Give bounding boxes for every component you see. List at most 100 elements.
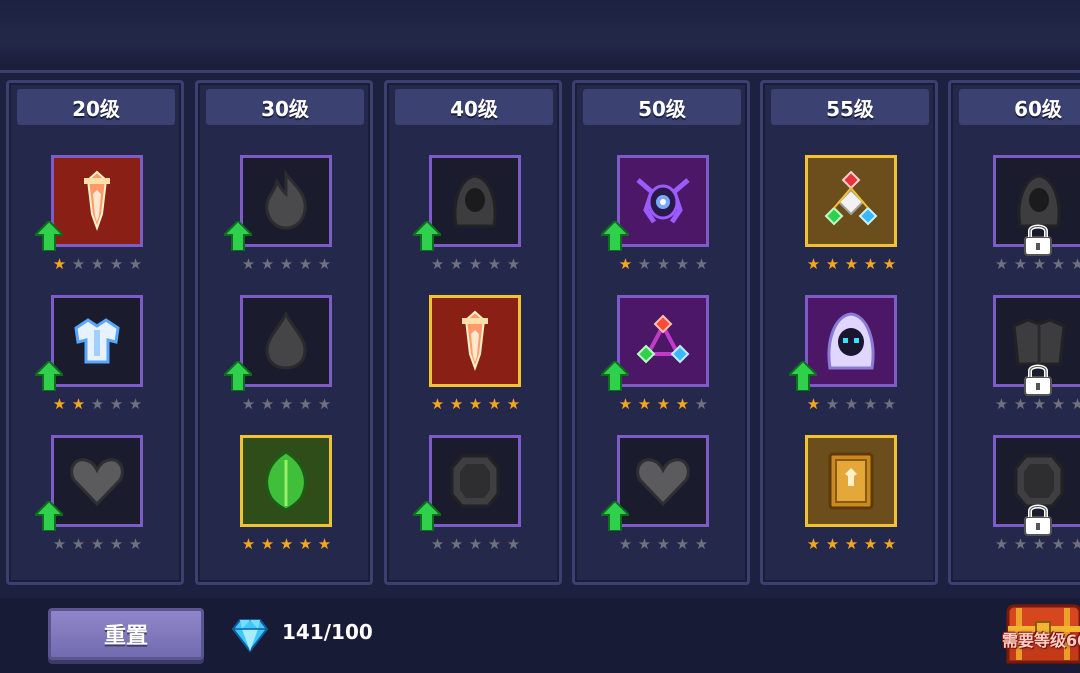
star-icon: ★ xyxy=(52,535,67,553)
talent-slot[interactable] xyxy=(805,155,897,247)
star-icon: ★ xyxy=(241,255,256,273)
talent-slot[interactable] xyxy=(51,155,143,247)
talent-slot[interactable] xyxy=(617,435,709,527)
talent-slot[interactable] xyxy=(429,295,521,387)
star-icon: ★ xyxy=(618,255,633,273)
star-icon: ★ xyxy=(109,535,124,553)
level-header: 20级 xyxy=(17,89,175,125)
star-icon: ★ xyxy=(298,255,313,273)
star-icon: ★ xyxy=(260,395,275,413)
star-icon: ★ xyxy=(71,255,86,273)
level-header: 60级 xyxy=(959,89,1080,125)
star-rating: ★ ★ ★ ★ ★ xyxy=(51,257,147,273)
star-icon: ★ xyxy=(449,395,464,413)
hood-icon xyxy=(453,174,497,228)
star-icon: ★ xyxy=(863,255,878,273)
talent-slot[interactable] xyxy=(240,295,332,387)
star-icon: ★ xyxy=(1032,535,1047,553)
upgrade-arrow-icon xyxy=(224,361,252,391)
upgrade-arrow-icon xyxy=(35,501,63,531)
star-icon: ★ xyxy=(694,255,709,273)
star-icon: ★ xyxy=(882,255,897,273)
talent-column: 60级 ★ ★ ★ ★ ★ ★ ★ ★ ★ ★ ★ ★ ★ ★ ★ xyxy=(948,80,1080,585)
star-icon: ★ xyxy=(109,255,124,273)
talent-column: 20级 ★ ★ ★ ★ ★ ★ ★ ★ ★ ★ ★ ★ ★ ★ ★ xyxy=(6,80,184,585)
tri-gem-icon xyxy=(636,314,690,364)
star-icon: ★ xyxy=(260,535,275,553)
talent-column: 40级 ★ ★ ★ ★ ★ ★ ★ ★ ★ ★ ★ ★ ★ ★ ★ xyxy=(384,80,562,585)
talent-column: 30级 ★ ★ ★ ★ ★ ★ ★ ★ ★ ★ ★ ★ ★ ★ ★ xyxy=(195,80,373,585)
top-background xyxy=(0,0,1080,70)
star-icon: ★ xyxy=(241,535,256,553)
star-icon: ★ xyxy=(863,535,878,553)
star-icon: ★ xyxy=(1070,255,1080,273)
talent-slot[interactable] xyxy=(617,295,709,387)
star-icon: ★ xyxy=(1070,535,1080,553)
star-rating: ★ ★ ★ ★ ★ xyxy=(617,397,713,413)
star-rating: ★ ★ ★ ★ ★ xyxy=(240,537,336,553)
star-icon: ★ xyxy=(449,535,464,553)
star-icon: ★ xyxy=(863,395,878,413)
star-icon: ★ xyxy=(71,395,86,413)
upgrade-arrow-icon xyxy=(224,221,252,251)
upgrade-arrow-icon xyxy=(601,221,629,251)
star-icon: ★ xyxy=(1032,255,1047,273)
star-icon: ★ xyxy=(317,535,332,553)
star-icon: ★ xyxy=(506,395,521,413)
talent-slot[interactable] xyxy=(51,295,143,387)
talent-slot[interactable] xyxy=(429,435,521,527)
star-icon: ★ xyxy=(637,535,652,553)
shield-icon xyxy=(450,454,500,508)
level-header: 55级 xyxy=(771,89,929,125)
talent-slot[interactable] xyxy=(805,435,897,527)
armor-icon xyxy=(74,318,120,364)
star-icon: ★ xyxy=(279,395,294,413)
heart-icon xyxy=(70,458,124,507)
talent-slot[interactable] xyxy=(429,155,521,247)
talent-column: 55级 ★ ★ ★ ★ ★ ★ ★ ★ ★ ★ ★ ★ ★ ★ ★ xyxy=(760,80,938,585)
star-icon: ★ xyxy=(468,255,483,273)
star-icon: ★ xyxy=(1013,535,1028,553)
star-icon: ★ xyxy=(806,395,821,413)
star-icon: ★ xyxy=(806,255,821,273)
star-icon: ★ xyxy=(430,395,445,413)
level-header: 50级 xyxy=(583,89,741,125)
star-icon: ★ xyxy=(109,395,124,413)
star-icon: ★ xyxy=(487,395,502,413)
star-icon: ★ xyxy=(656,535,671,553)
star-rating: ★ ★ ★ ★ ★ xyxy=(993,397,1080,413)
reset-button[interactable]: 重置 xyxy=(48,608,204,660)
heart-icon xyxy=(636,458,690,507)
star-icon: ★ xyxy=(506,535,521,553)
star-icon: ★ xyxy=(128,535,143,553)
star-rating: ★ ★ ★ ★ ★ xyxy=(617,257,713,273)
star-icon: ★ xyxy=(71,535,86,553)
star-icon: ★ xyxy=(1051,255,1066,273)
star-icon: ★ xyxy=(994,395,1009,413)
talent-slot[interactable] xyxy=(240,435,332,527)
talent-slot[interactable] xyxy=(240,155,332,247)
star-icon: ★ xyxy=(279,535,294,553)
star-icon: ★ xyxy=(1070,395,1080,413)
star-icon: ★ xyxy=(241,395,256,413)
talent-slot[interactable] xyxy=(617,155,709,247)
star-icon: ★ xyxy=(618,535,633,553)
star-rating: ★ ★ ★ ★ ★ xyxy=(993,537,1080,553)
upgrade-arrow-icon xyxy=(601,361,629,391)
star-icon: ★ xyxy=(694,395,709,413)
star-icon: ★ xyxy=(317,255,332,273)
star-icon: ★ xyxy=(825,395,840,413)
talent-slot[interactable] xyxy=(805,295,897,387)
star-icon: ★ xyxy=(806,535,821,553)
star-icon: ★ xyxy=(298,535,313,553)
upgrade-arrow-icon xyxy=(601,501,629,531)
upgrade-arrow-icon xyxy=(413,221,441,251)
star-icon: ★ xyxy=(825,535,840,553)
star-icon: ★ xyxy=(52,395,67,413)
star-icon: ★ xyxy=(637,255,652,273)
upgrade-arrow-icon xyxy=(413,501,441,531)
talent-slot[interactable] xyxy=(51,435,143,527)
star-icon: ★ xyxy=(844,255,859,273)
star-icon: ★ xyxy=(1013,255,1028,273)
star-rating: ★ ★ ★ ★ ★ xyxy=(617,537,713,553)
